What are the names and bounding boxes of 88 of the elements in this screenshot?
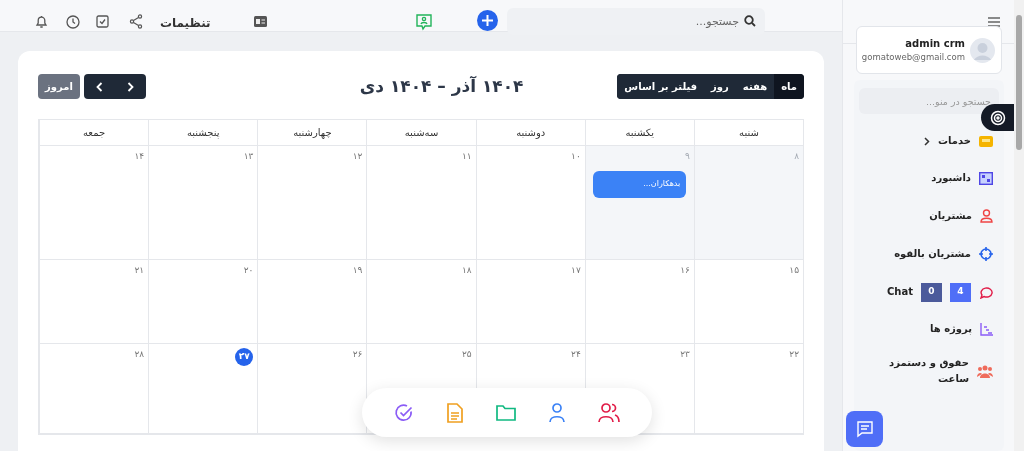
menu-item[interactable]: پروژه ها (855, 311, 995, 347)
share-icon[interactable] (129, 14, 143, 29)
toolbox-icon (979, 134, 993, 148)
menu-item[interactable]: حقوق و دستمزد ساعت (855, 347, 995, 395)
day-number: ۲۳ (680, 348, 690, 361)
day-cell[interactable]: ۱۵ (693, 260, 803, 344)
day-number: ۲۶ (352, 348, 363, 361)
speech-bubble-icon (979, 285, 993, 299)
event-chip[interactable]: بدهکاران... (593, 170, 687, 198)
user-email: gomatoweb@gmail.com (861, 51, 965, 64)
day-cell[interactable]: ۲۲ (693, 344, 803, 434)
menu-item[interactable]: مشتریان بالقوه (855, 235, 995, 273)
day-number: ۱۲ (352, 150, 363, 163)
menu-item[interactable]: خدمات (855, 123, 995, 159)
search-icon (744, 15, 756, 27)
menu-label: مشتریان (929, 209, 972, 224)
day-number: ۲۸ (134, 348, 145, 361)
day-number: ۲۰ (243, 264, 254, 277)
day-cell[interactable]: ۲۰ (148, 260, 258, 344)
folder-icon[interactable] (496, 404, 516, 421)
day-number: ۲۴ (571, 348, 581, 361)
plus-icon (482, 15, 493, 26)
day-number: ۱۱ (461, 150, 472, 163)
chevron-right-icon (924, 136, 930, 146)
user-name: admin crm (905, 37, 965, 52)
day-number: ۲۵ (461, 348, 472, 361)
day-cell[interactable]: ۲۷ (148, 344, 258, 434)
day-number: ۱۰ (571, 150, 581, 163)
day-number: ۲۲ (789, 348, 799, 361)
menu-label: حقوق و دستمزد ساعت (888, 356, 969, 386)
menu-icon[interactable] (988, 17, 1000, 27)
menu-label: مشتریان بالقوه (894, 247, 971, 262)
person-icon[interactable] (548, 402, 565, 423)
profile-card[interactable]: admin crm gomatoweb@gmail.com (856, 26, 1002, 74)
settings-link[interactable]: تنظیمات (160, 14, 211, 32)
avatar-icon (970, 37, 995, 63)
day-cell[interactable]: ۱۲ (257, 146, 367, 260)
group-icon (977, 364, 993, 378)
chat-person-icon[interactable] (416, 14, 432, 32)
menu-label: داشبورد (931, 171, 971, 186)
menu-label: Chat (887, 285, 913, 299)
menu-item[interactable]: مشتریان (855, 197, 995, 235)
day-cell[interactable]: ۱۱ (366, 146, 476, 260)
today-date: ۲۷ (235, 348, 254, 366)
day-number: ۱۶ (680, 264, 690, 277)
menu-item[interactable]: داشبورد (855, 159, 995, 197)
target-icon (979, 247, 993, 261)
day-number: ۱۸ (461, 264, 472, 277)
add-button[interactable] (477, 10, 498, 31)
day-number: ۲۱ (134, 264, 145, 277)
day-number: ۱۳ (243, 150, 254, 163)
people-icon[interactable] (597, 402, 620, 423)
day-cell[interactable]: ۲۶ (257, 344, 367, 434)
check-circle-icon[interactable] (394, 402, 415, 423)
day-number: ۹ (685, 150, 690, 163)
search-field[interactable]: جستجو... (507, 8, 765, 35)
day-cell[interactable]: ۱۷ (475, 260, 585, 344)
day-cell[interactable]: ۹ بدهکاران... (584, 146, 694, 260)
day-cell[interactable]: ۲۸ (39, 344, 149, 434)
dashboard-icon (979, 171, 993, 185)
menu-label: خدمات (938, 134, 971, 148)
day-number: ۱۵ (789, 264, 799, 277)
calendar-title: ۱۴۰۴ آذر – ۱۴۰۴ دی (359, 74, 524, 98)
day-cell[interactable]: ۱۹ (257, 260, 367, 344)
chat-button[interactable] (846, 411, 883, 447)
chevron-left-icon (95, 81, 103, 92)
bell-icon[interactable] (35, 15, 48, 29)
menu-label: پروژه ها (929, 322, 972, 337)
chart-icon (980, 322, 993, 336)
day-cell[interactable]: ۱۳ (148, 146, 258, 260)
day-cell[interactable]: ۲۱ (39, 260, 149, 344)
day-cell[interactable]: ۱۴ (39, 146, 149, 260)
chevron-right-icon (126, 81, 134, 92)
view-tab[interactable]: ماه (774, 74, 804, 99)
day-cell[interactable]: ۱۰ (475, 146, 585, 260)
menu-search-field[interactable]: جستجو در منو... (859, 88, 999, 114)
clock-icon[interactable] (66, 15, 80, 29)
day-number: ۱۴ (134, 150, 145, 163)
day-cell[interactable]: ۱۶ (584, 260, 694, 344)
day-number: ۱۹ (352, 264, 363, 277)
person-icon (980, 209, 993, 223)
message-icon (855, 420, 874, 438)
checkbox-icon[interactable] (96, 15, 109, 28)
day-number: ۱۷ (571, 264, 581, 277)
id-card-icon[interactable] (254, 16, 267, 27)
day-cell[interactable]: ۱۸ (366, 260, 476, 344)
menu-item[interactable]: Chat 0 4 (855, 273, 995, 311)
day-number: ۸ (794, 150, 799, 163)
